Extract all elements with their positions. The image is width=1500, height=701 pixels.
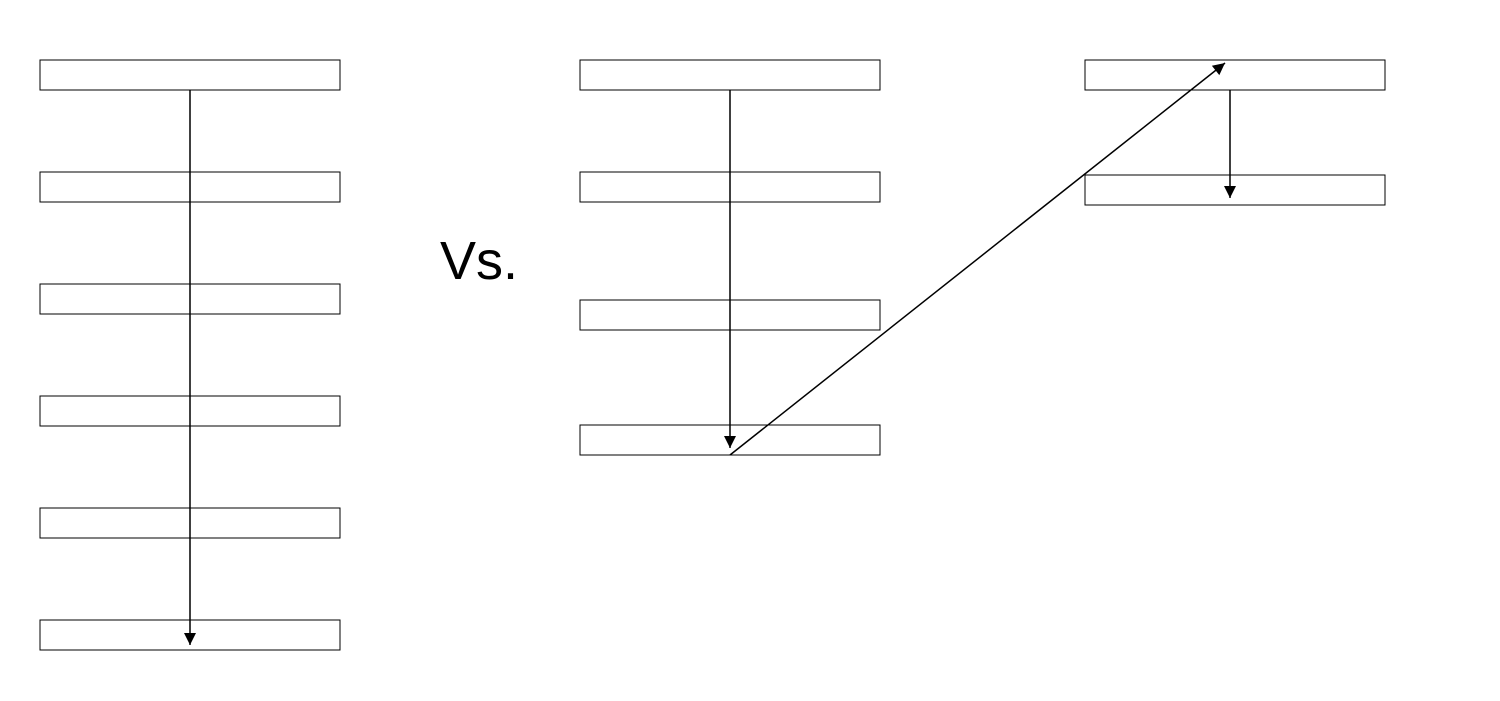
diagonal-arrow	[730, 63, 1225, 455]
diagram-svg	[0, 0, 1500, 701]
right-right-box-2	[1085, 175, 1385, 205]
right-right-box-1	[1085, 60, 1385, 90]
left-stack	[40, 60, 340, 650]
comparison-diagram: Vs.	[0, 0, 1500, 701]
right-left-stack	[580, 60, 880, 455]
right-right-stack	[1085, 60, 1385, 205]
right-left-box-1	[580, 60, 880, 90]
left-box-1	[40, 60, 340, 90]
vs-label: Vs.	[440, 230, 518, 292]
